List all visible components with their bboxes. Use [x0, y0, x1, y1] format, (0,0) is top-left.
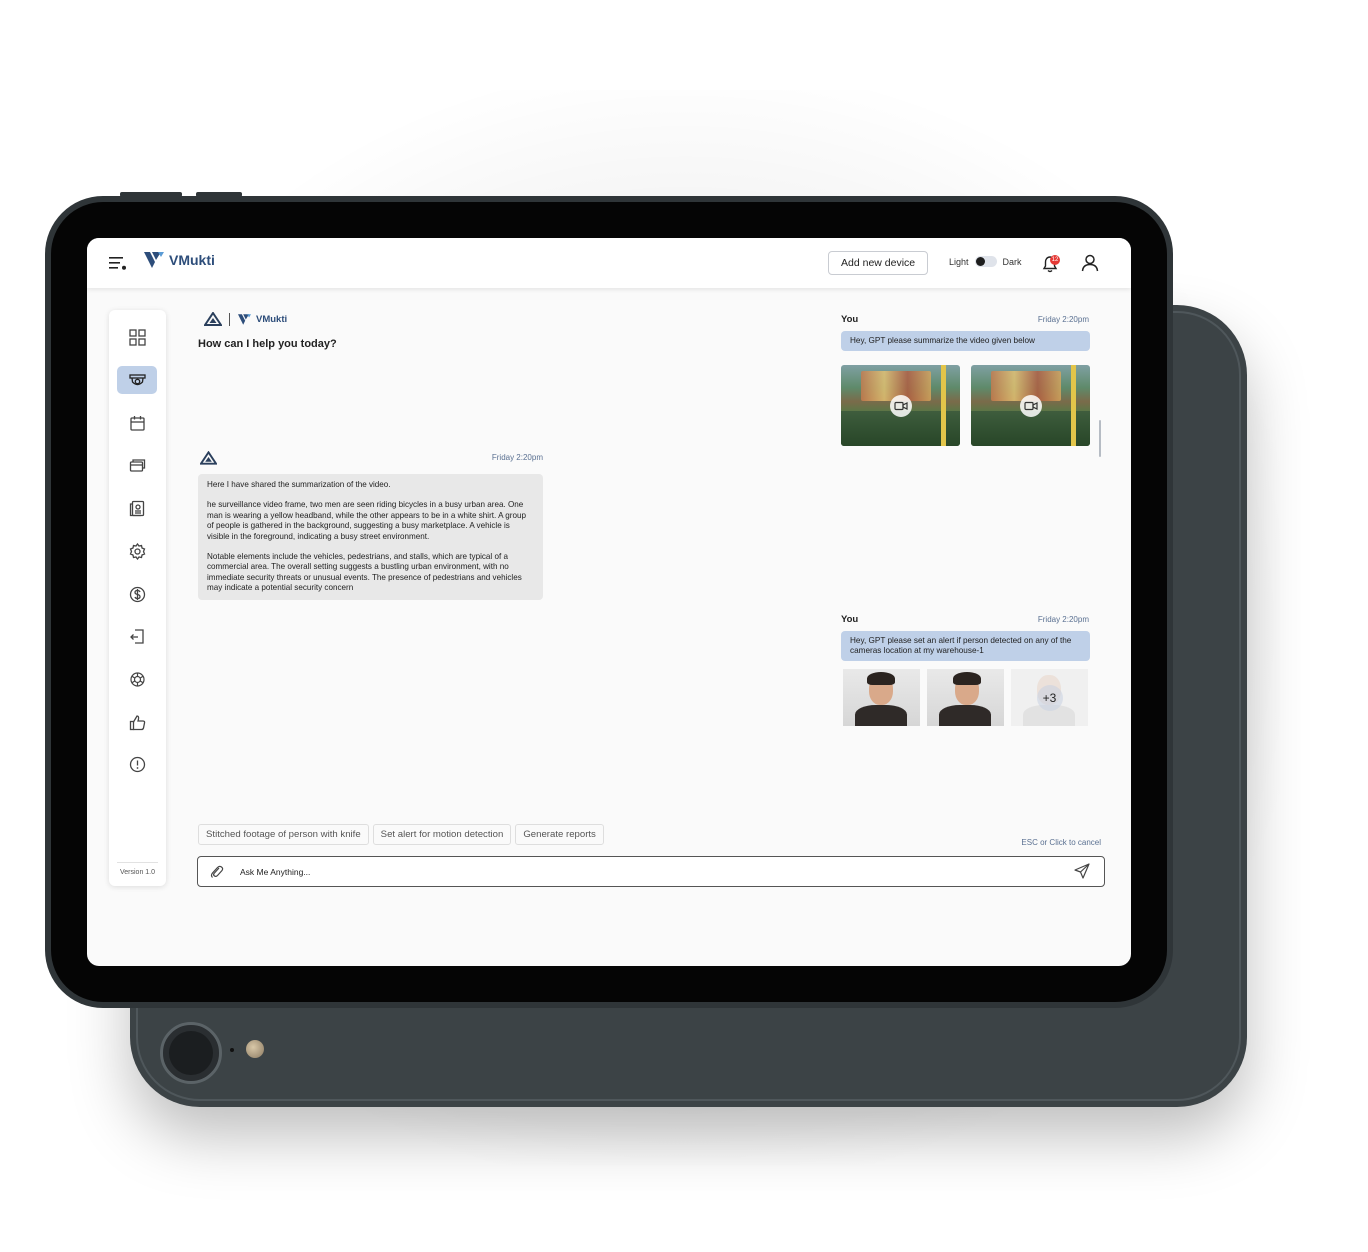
header-separator [229, 312, 230, 326]
person-face-thumbnail[interactable] [843, 669, 920, 726]
sidebar-item-cameras[interactable] [117, 366, 157, 394]
theme-switch: Light Dark [949, 256, 1022, 267]
alert-circle-icon [129, 756, 145, 772]
suggestion-chip[interactable]: Generate reports [515, 824, 604, 845]
sidebar-item-dashboard[interactable] [117, 323, 157, 351]
sidebar-item-reports[interactable] [117, 494, 157, 522]
message-composer [197, 856, 1105, 887]
video-camera-icon [1023, 401, 1038, 410]
assistant-message: Here I have shared the summarization of … [198, 474, 543, 600]
user-profile-icon[interactable] [1081, 254, 1099, 272]
user-message: Hey, GPT please set an alert if person d… [841, 631, 1090, 661]
thumbs-up-icon [129, 714, 145, 730]
brand-name: VMukti [169, 252, 215, 268]
user-message-sender: You [841, 614, 859, 625]
app-version: Version 1.0 [119, 869, 156, 876]
add-new-device-button[interactable]: Add new device [828, 251, 929, 275]
gallery-icon [129, 458, 145, 472]
user-message-sender: You [841, 314, 859, 325]
video-thumbnail[interactable] [971, 365, 1090, 446]
theme-light-label: Light [949, 256, 969, 267]
dollar-icon [129, 586, 145, 602]
cancel-hint[interactable]: ESC or Click to cancel [1001, 838, 1101, 847]
user-message-time: Friday 2:20pm [1037, 315, 1089, 324]
send-icon[interactable] [1074, 863, 1090, 879]
assistant-message-paragraph: Notable elements include the vehicles, p… [207, 552, 522, 593]
theme-dark-label: Dark [1002, 256, 1022, 267]
suggestion-chip[interactable]: Stitched footage of person with knife [198, 824, 369, 845]
user-message-time: Friday 2:20pm [1037, 615, 1089, 624]
volume-button [196, 192, 242, 197]
video-camera-icon [893, 401, 908, 410]
chat-scrollbar[interactable] [1099, 420, 1101, 457]
sidebar-item-alerts[interactable] [117, 750, 157, 778]
calendar-icon [129, 415, 145, 431]
report-document-icon [129, 500, 144, 516]
sidebar-item-ai-assistant[interactable] [117, 665, 157, 693]
paperclip-icon[interactable] [209, 864, 224, 879]
dashboard-grid-icon [128, 328, 146, 346]
openai-icon [129, 671, 145, 687]
assistant-logo-icon [204, 312, 222, 326]
video-thumbnail[interactable] [841, 365, 960, 446]
theme-toggle[interactable] [974, 256, 997, 267]
person-face-thumbnail[interactable] [927, 669, 1004, 726]
notification-badge: 12 [1050, 255, 1060, 265]
sidebar: Version 1.0 [109, 310, 166, 886]
brand-name: VMukti [256, 313, 288, 325]
sidebar-item-calendar[interactable] [117, 409, 157, 437]
assistant-message-time: Friday 2:20pm [491, 453, 543, 462]
ask-input[interactable] [238, 862, 1042, 882]
more-faces-count: +3 [1036, 684, 1063, 711]
menu-icon[interactable] [109, 255, 127, 271]
top-bar: VMukti Add new device Light Dark 12 [87, 238, 1131, 288]
sidebar-item-feedback[interactable] [117, 708, 157, 736]
suggestion-chips: Stitched footage of person with knife Se… [198, 824, 604, 845]
gear-icon [129, 542, 145, 560]
sidebar-item-gallery[interactable] [117, 451, 157, 479]
volume-button [120, 192, 182, 197]
export-icon [129, 628, 144, 644]
assistant-header: VMukti [204, 312, 287, 326]
vmukti-logo-icon [238, 313, 251, 325]
assistant-message-paragraph: Here I have shared the summarization of … [207, 480, 391, 489]
user-message: Hey, GPT please summarize the video give… [841, 331, 1090, 351]
more-faces-thumbnail[interactable]: +3 [1011, 669, 1088, 726]
suggestion-chip[interactable]: Set alert for motion detection [372, 824, 512, 845]
app-screen: VMukti Add new device Light Dark 12 Vers… [87, 238, 1131, 966]
sidebar-item-billing[interactable] [117, 580, 157, 608]
cctv-camera-icon [128, 373, 146, 385]
camera-flash-icon [246, 1040, 264, 1058]
vmukti-logo-icon [144, 252, 164, 268]
sidebar-item-export[interactable] [117, 622, 157, 650]
brand-logo[interactable]: VMukti [143, 250, 215, 270]
sidebar-item-settings[interactable] [117, 537, 157, 565]
sidebar-divider [117, 862, 158, 863]
assistant-avatar-icon [200, 451, 217, 465]
greeting-heading: How can I help you today? [198, 338, 337, 350]
assistant-message-paragraph: he surveillance video frame, two men are… [207, 500, 526, 541]
rear-camera-icon [160, 1022, 222, 1084]
microphone-dot [230, 1048, 234, 1052]
